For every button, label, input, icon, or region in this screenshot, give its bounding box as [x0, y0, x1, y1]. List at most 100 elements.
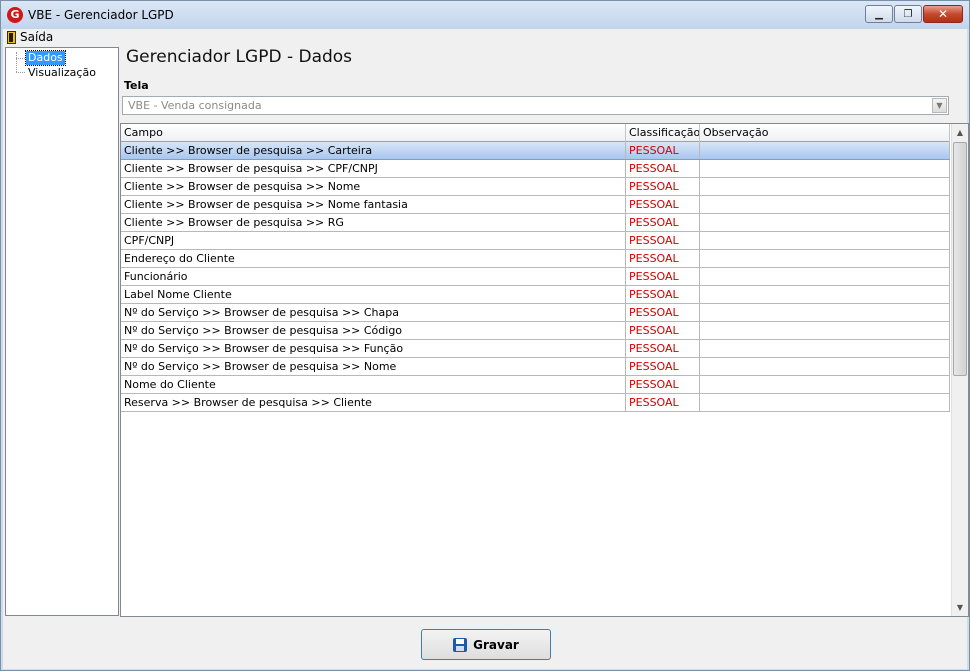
cell-campo[interactable]: Funcionário	[121, 268, 626, 285]
chevron-up-icon: ▲	[956, 128, 964, 137]
tela-combobox[interactable]: VBE - Venda consignada ▼	[122, 96, 949, 115]
minimize-button[interactable]: ▁	[865, 5, 893, 23]
maximize-button[interactable]: ❐	[894, 5, 922, 23]
window-title: VBE - Gerenciador LGPD	[28, 8, 174, 22]
gravar-button[interactable]: Gravar	[421, 629, 551, 660]
table-row[interactable]: Nº do Serviço >> Browser de pesquisa >> …	[121, 322, 950, 340]
column-header-observacao[interactable]: Observação	[700, 124, 950, 142]
column-header-campo[interactable]: Campo	[121, 124, 626, 142]
chevron-down-icon: ▼	[936, 101, 943, 110]
cell-campo[interactable]: Nome do Cliente	[121, 376, 626, 393]
grid-header: Campo Classificação Observação	[121, 124, 950, 142]
cell-observacao[interactable]	[700, 340, 950, 357]
chevron-down-icon: ▼	[956, 603, 964, 612]
table-row[interactable]: Cliente >> Browser de pesquisa >> CPF/CN…	[121, 160, 950, 178]
cell-observacao[interactable]	[700, 250, 950, 267]
title-bar[interactable]: G VBE - Gerenciador LGPD ▁ ❐ ✕	[1, 1, 969, 29]
cell-campo[interactable]: Nº do Serviço >> Browser de pesquisa >> …	[121, 340, 626, 357]
table-row[interactable]: Nº do Serviço >> Browser de pesquisa >> …	[121, 358, 950, 376]
tree-item-visualizacao[interactable]: Visualização	[26, 66, 98, 80]
column-header-classificacao[interactable]: Classificação	[626, 124, 700, 142]
cell-observacao[interactable]	[700, 304, 950, 321]
table-row[interactable]: Label Nome Cliente PESSOAL	[121, 286, 950, 304]
cell-observacao[interactable]	[700, 322, 950, 339]
cell-classificacao[interactable]: PESSOAL	[626, 142, 700, 159]
table-row[interactable]: Reserva >> Browser de pesquisa >> Client…	[121, 394, 950, 412]
cell-campo[interactable]: Cliente >> Browser de pesquisa >> CPF/CN…	[121, 160, 626, 177]
table-row[interactable]: Cliente >> Browser de pesquisa >> Nome f…	[121, 196, 950, 214]
cell-campo[interactable]: Cliente >> Browser de pesquisa >> Cartei…	[121, 142, 626, 159]
cell-observacao[interactable]	[700, 358, 950, 375]
cell-observacao[interactable]	[700, 142, 950, 159]
cell-campo[interactable]: Cliente >> Browser de pesquisa >> Nome f…	[121, 196, 626, 213]
tree-connector	[16, 52, 17, 72]
table-row[interactable]: Funcionário PESSOAL	[121, 268, 950, 286]
minimize-icon: ▁	[875, 8, 883, 20]
vertical-scrollbar[interactable]: ▲ ▼	[951, 124, 968, 616]
cell-classificacao[interactable]: PESSOAL	[626, 214, 700, 231]
menu-item-saida[interactable]: Saída	[7, 30, 53, 44]
cell-campo[interactable]: Reserva >> Browser de pesquisa >> Client…	[121, 394, 626, 411]
cell-classificacao[interactable]: PESSOAL	[626, 232, 700, 249]
scroll-down-button[interactable]: ▼	[952, 599, 968, 616]
tree-connector	[16, 58, 25, 59]
cell-observacao[interactable]	[700, 196, 950, 213]
cell-observacao[interactable]	[700, 178, 950, 195]
page-title: Gerenciador LGPD - Dados	[126, 47, 353, 67]
app-logo-icon: G	[7, 7, 23, 23]
table-row[interactable]: Nº do Serviço >> Browser de pesquisa >> …	[121, 340, 950, 358]
cell-campo[interactable]: Label Nome Cliente	[121, 286, 626, 303]
tela-combobox-value: VBE - Venda consignada	[128, 99, 262, 112]
tree-connector	[16, 72, 25, 73]
cell-classificacao[interactable]: PESSOAL	[626, 178, 700, 195]
cell-campo[interactable]: Nº do Serviço >> Browser de pesquisa >> …	[121, 358, 626, 375]
menu-bar: Saída	[3, 29, 967, 46]
data-grid: Campo Classificação Observação Cliente >…	[120, 123, 969, 617]
tree-item-dados[interactable]: Dados	[25, 50, 66, 66]
table-row[interactable]: Nome do Cliente PESSOAL	[121, 376, 950, 394]
cell-classificacao[interactable]: PESSOAL	[626, 322, 700, 339]
menu-item-label: Saída	[20, 30, 54, 44]
cell-campo[interactable]: Nº do Serviço >> Browser de pesquisa >> …	[121, 322, 626, 339]
close-icon: ✕	[937, 7, 949, 21]
cell-classificacao[interactable]: PESSOAL	[626, 358, 700, 375]
cell-observacao[interactable]	[700, 286, 950, 303]
table-row[interactable]: Nº do Serviço >> Browser de pesquisa >> …	[121, 304, 950, 322]
scrollbar-thumb[interactable]	[953, 142, 967, 376]
cell-observacao[interactable]	[700, 232, 950, 249]
cell-campo[interactable]: CPF/CNPJ	[121, 232, 626, 249]
table-row[interactable]: Cliente >> Browser de pesquisa >> RG PESS…	[121, 214, 950, 232]
cell-observacao[interactable]	[700, 394, 950, 411]
table-row[interactable]: Endereço do Cliente PESSOAL	[121, 250, 950, 268]
cell-classificacao[interactable]: PESSOAL	[626, 376, 700, 393]
tela-label: Tela	[124, 79, 149, 92]
cell-classificacao[interactable]: PESSOAL	[626, 340, 700, 357]
cell-observacao[interactable]	[700, 160, 950, 177]
gravar-button-label: Gravar	[473, 637, 519, 652]
window-controls: ▁ ❐ ✕	[865, 5, 963, 23]
client-area: Saída Dados Visualização Gerenciador LGP…	[3, 29, 969, 669]
cell-classificacao[interactable]: PESSOAL	[626, 196, 700, 213]
table-row[interactable]: CPF/CNPJ PESSOAL	[121, 232, 950, 250]
cell-observacao[interactable]	[700, 214, 950, 231]
cell-campo[interactable]: Cliente >> Browser de pesquisa >> RG	[121, 214, 626, 231]
cell-campo[interactable]: Endereço do Cliente	[121, 250, 626, 267]
scroll-up-button[interactable]: ▲	[952, 124, 968, 141]
exit-door-icon	[7, 30, 16, 44]
table-row[interactable]: Cliente >> Browser de pesquisa >> Cartei…	[121, 142, 950, 160]
combobox-dropdown-button[interactable]: ▼	[932, 98, 947, 113]
cell-classificacao[interactable]: PESSOAL	[626, 268, 700, 285]
table-row[interactable]: Cliente >> Browser de pesquisa >> Nome PE…	[121, 178, 950, 196]
cell-campo[interactable]: Nº do Serviço >> Browser de pesquisa >> …	[121, 304, 626, 321]
cell-classificacao[interactable]: PESSOAL	[626, 304, 700, 321]
cell-classificacao[interactable]: PESSOAL	[626, 394, 700, 411]
cell-classificacao[interactable]: PESSOAL	[626, 160, 700, 177]
cell-observacao[interactable]	[700, 268, 950, 285]
cell-classificacao[interactable]: PESSOAL	[626, 286, 700, 303]
close-button[interactable]: ✕	[923, 5, 963, 23]
grid-rows: Cliente >> Browser de pesquisa >> Cartei…	[121, 142, 950, 412]
navigation-tree: Dados Visualização	[5, 47, 119, 616]
cell-classificacao[interactable]: PESSOAL	[626, 250, 700, 267]
cell-observacao[interactable]	[700, 376, 950, 393]
cell-campo[interactable]: Cliente >> Browser de pesquisa >> Nome	[121, 178, 626, 195]
